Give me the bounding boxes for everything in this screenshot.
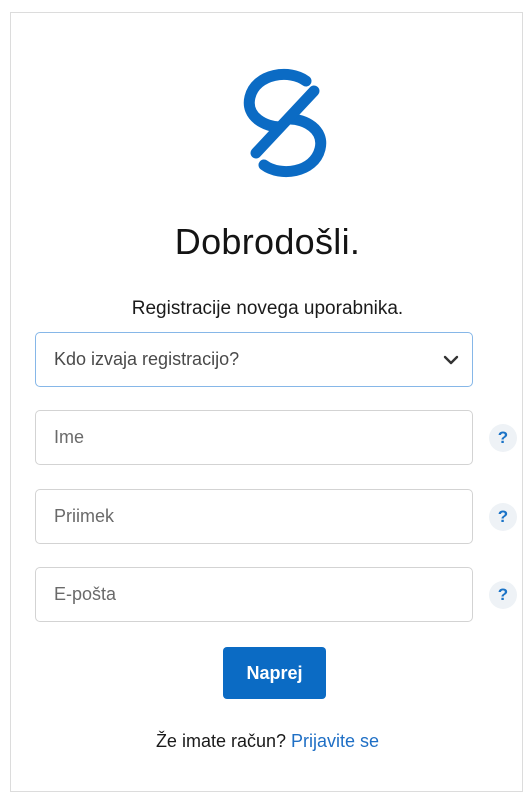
chevron-down-icon xyxy=(443,355,459,365)
help-glyph: ? xyxy=(497,428,509,447)
s-slash-logo-icon xyxy=(243,68,327,178)
last-name-help-icon[interactable]: ? xyxy=(489,503,517,531)
email-help-icon[interactable]: ? xyxy=(489,581,517,609)
login-prompt-text: Že imate račun? xyxy=(155,731,286,751)
email-field[interactable] xyxy=(35,567,473,622)
login-prompt: Že imate račun? Prijavite se xyxy=(11,731,524,752)
page-title: Dobrodošli. xyxy=(174,221,361,262)
first-name-field[interactable] xyxy=(35,410,473,465)
registration-card: Dobrodošli. Registracije novega uporabni… xyxy=(10,12,523,792)
registrant-select[interactable]: Kdo izvaja registracijo? xyxy=(35,332,473,387)
first-name-help-icon[interactable]: ? xyxy=(489,424,517,452)
page-subtitle: Registracije novega uporabnika. xyxy=(131,298,404,319)
last-name-field[interactable] xyxy=(35,489,473,544)
help-glyph: ? xyxy=(497,585,509,604)
login-link[interactable]: Prijavite se xyxy=(291,731,379,751)
next-button[interactable]: Naprej xyxy=(223,647,326,699)
help-glyph: ? xyxy=(497,507,509,526)
registrant-select-value: Kdo izvaja registracijo? xyxy=(54,349,240,369)
